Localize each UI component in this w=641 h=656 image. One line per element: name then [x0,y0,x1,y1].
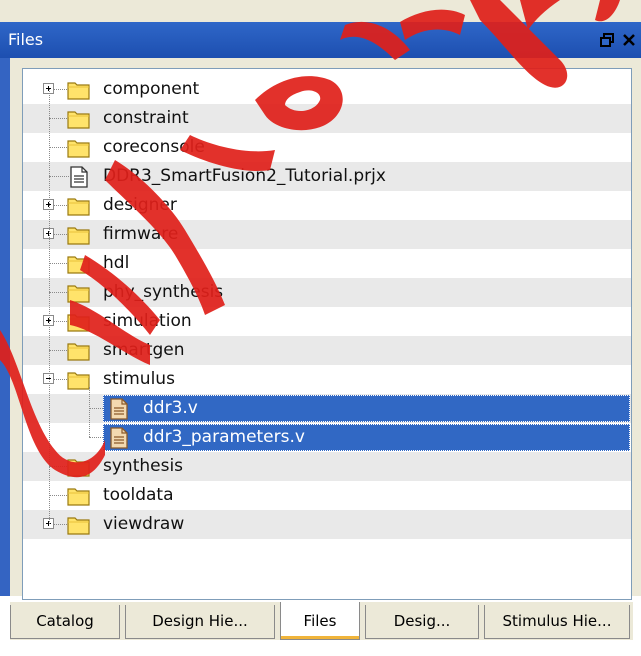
tree-item-label: viewdraw [103,514,185,534]
tree-item-label: firmware [103,224,179,244]
panel-tabs: Catalog Design Hie... Files Desig... Stimulu… [10,602,633,640]
tree-folder-row[interactable]: firmware [23,220,631,249]
tree-folder-row[interactable]: phy_synthesis [23,278,631,307]
folder-icon [67,514,91,536]
tree-item-label: phy_synthesis [103,282,224,302]
file-icon [107,427,131,449]
folder-icon [67,369,91,391]
file-icon [67,166,91,188]
tree-item-label: synthesis [103,456,184,476]
tree-folder-row[interactable]: stimulus [23,365,631,394]
tree-item-label: component [103,79,200,99]
titlebar-controls [599,22,637,58]
folder-icon [67,108,91,130]
tree-connector [49,118,69,119]
tree-folder-row[interactable]: designer [23,191,631,220]
tree-file-row[interactable]: ddr3.v [23,394,631,423]
tree-folder-row[interactable]: constraint [23,104,631,133]
tree-child-connector [89,387,90,437]
tree-item-label: DDR3_SmartFusion2_Tutorial.prjx [103,166,386,186]
tree-item-label: smartgen [103,340,185,360]
tree-connector [49,495,69,496]
tree-connector [49,176,69,177]
tree-folder-row[interactable]: component [23,75,631,104]
folder-icon [67,224,91,246]
tab-3[interactable]: Desig... [365,605,479,639]
tree-item-label: ddr3.v [143,398,198,418]
folder-icon [67,195,91,217]
tree-connector [89,437,103,438]
tree-connector [49,263,69,264]
tab-0[interactable]: Catalog [10,605,120,639]
tree-item-label: designer [103,195,177,215]
tree-folder-row[interactable]: coreconsole [23,133,631,162]
file-icon [107,398,131,420]
right-border [633,58,641,596]
panel-titlebar: Files [0,22,641,58]
tree-item-label: simulation [103,311,192,331]
folder-icon [67,311,91,333]
tab-2[interactable]: Files [280,602,360,640]
tree-item-label: coreconsole [103,137,205,157]
tree-connector [49,466,69,467]
tree-connector [49,147,69,148]
tree-connector [49,350,69,351]
restore-icon[interactable] [599,32,615,48]
tree-file-row[interactable]: DDR3_SmartFusion2_Tutorial.prjx [23,162,631,191]
left-border [0,58,10,596]
file-tree[interactable]: component constraint coreconsole DDR3_Smart… [22,68,632,600]
tree-folder-row[interactable]: viewdraw [23,510,631,539]
folder-icon [67,137,91,159]
close-icon[interactable] [621,32,637,48]
top-strip [0,0,641,22]
tree-item-label: tooldata [103,485,174,505]
tree-folder-row[interactable]: simulation [23,307,631,336]
tree-item-label: stimulus [103,369,175,389]
folder-icon [67,485,91,507]
tree-folder-row[interactable]: tooldata [23,481,631,510]
folder-icon [67,79,91,101]
panel-title: Files [8,30,44,49]
tab-1[interactable]: Design Hie... [125,605,275,639]
folder-icon [67,456,91,478]
tree-item-label: hdl [103,253,130,273]
folder-icon [67,253,91,275]
tree-item-label: constraint [103,108,189,128]
tab-4[interactable]: Stimulus Hie... [484,605,630,639]
tree-item-label: ddr3_parameters.v [143,427,305,447]
tree-connector [89,408,103,409]
tree-connector [49,292,69,293]
folder-icon [67,340,91,362]
tree-folder-row[interactable]: synthesis [23,452,631,481]
tree-folder-row[interactable]: smartgen [23,336,631,365]
tree-folder-row[interactable]: hdl [23,249,631,278]
tree-root-connector [49,89,50,524]
folder-icon [67,282,91,304]
tree-file-row[interactable]: ddr3_parameters.v [23,423,631,452]
